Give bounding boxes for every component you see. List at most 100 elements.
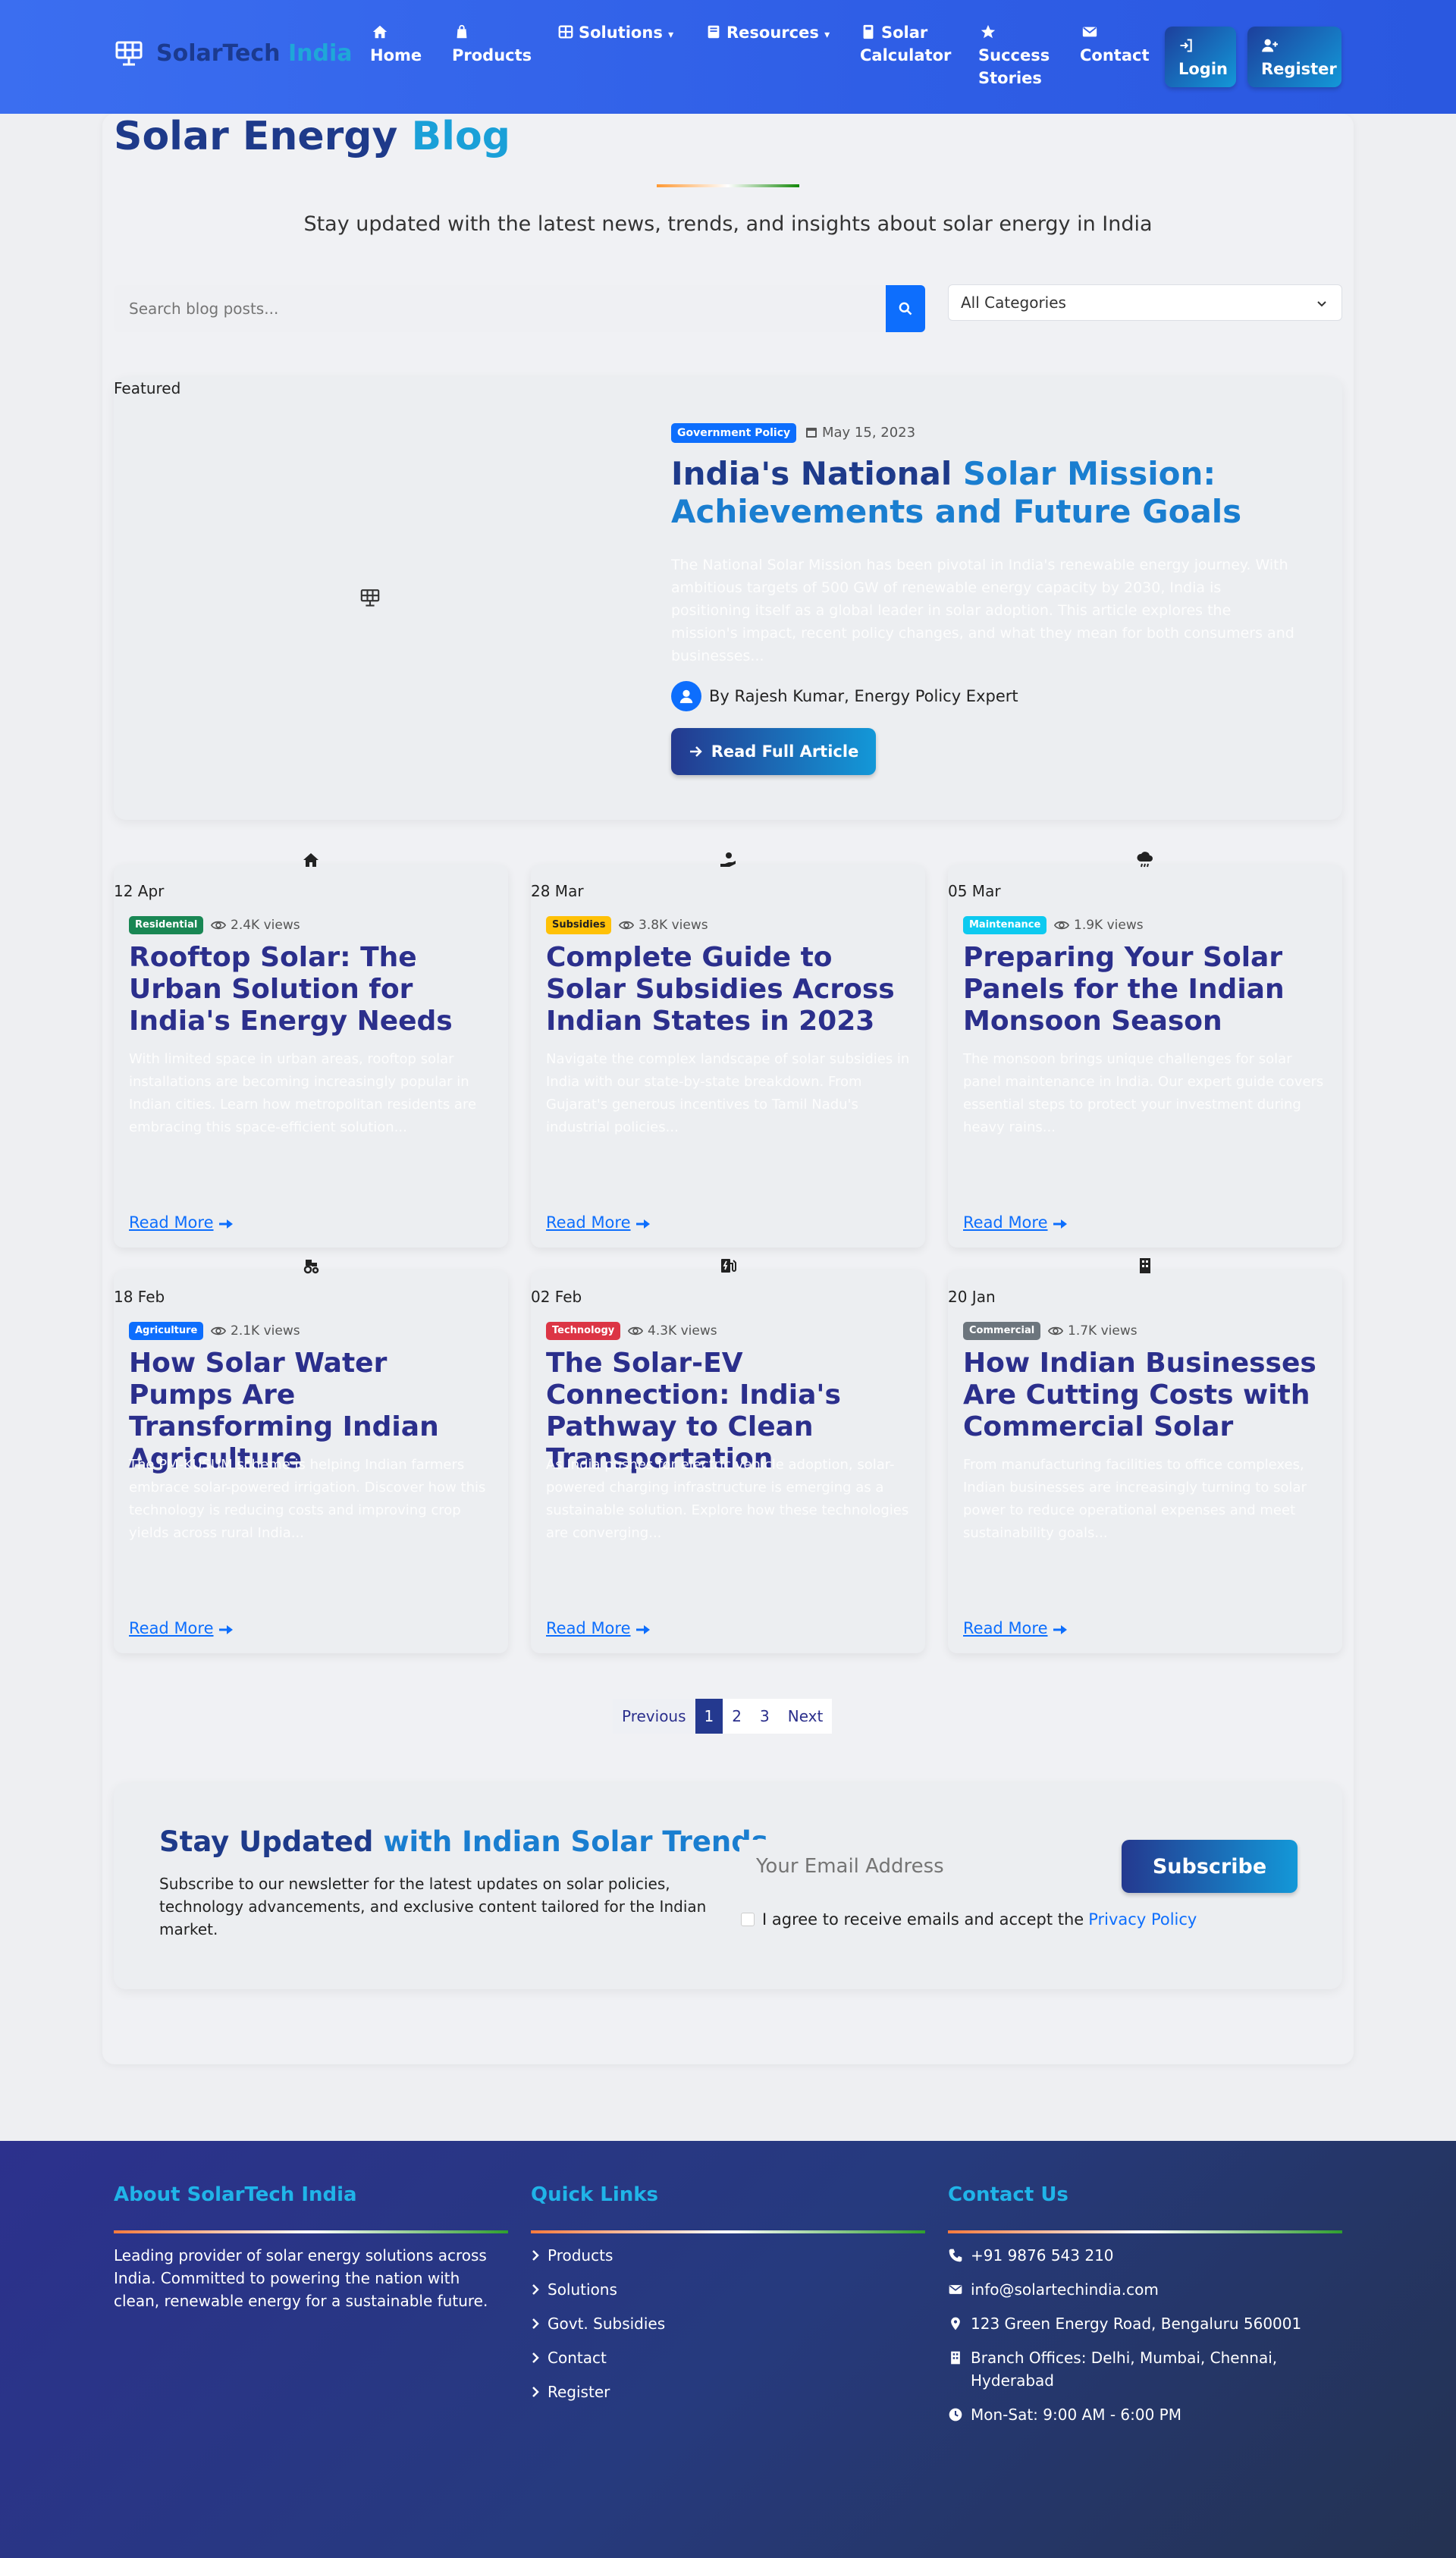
read-more-link[interactable]: Read More bbox=[546, 1213, 651, 1232]
post-date: 18 Feb bbox=[114, 1288, 165, 1306]
avatar bbox=[671, 681, 701, 711]
category-select[interactable]: All Categories bbox=[948, 284, 1342, 321]
post-title[interactable]: How Indian Businesses Are Cutting Costs … bbox=[963, 1348, 1327, 1443]
footer-about: About SolarTech India Leading provider o… bbox=[114, 2183, 508, 2312]
blog-post-card: 20 Jan Commercial 1.7K views How Indian … bbox=[948, 1258, 1342, 1653]
title-divider bbox=[657, 184, 799, 187]
footer-quick-links: Quick Links Products Solutions Govt. Subsi… bbox=[531, 2183, 925, 2415]
home-icon bbox=[302, 851, 320, 869]
contact-email[interactable]: info@solartechindia.com bbox=[948, 2278, 1342, 2301]
calendar-icon bbox=[806, 428, 817, 438]
post-category-badge: Residential bbox=[129, 916, 204, 934]
footer-contact-heading: Contact Us bbox=[948, 2183, 1068, 2206]
eye-icon bbox=[618, 921, 635, 930]
footer-link[interactable]: Contact bbox=[531, 2346, 925, 2369]
contact-phone[interactable]: +91 9876 543 210 bbox=[948, 2244, 1342, 2267]
footer-about-text: Leading provider of solar energy solutio… bbox=[114, 2246, 488, 2310]
subscribe-button[interactable]: Subscribe bbox=[1122, 1840, 1298, 1893]
envelope-icon bbox=[1082, 27, 1097, 37]
footer-link[interactable]: Solutions bbox=[531, 2278, 925, 2301]
featured-excerpt: The National Solar Mission has been pivo… bbox=[671, 557, 1294, 664]
blog-post-card: 28 Mar Subsidies 3.8K views Complete Gui… bbox=[531, 852, 925, 1248]
login-button[interactable]: Login bbox=[1165, 27, 1236, 87]
phone-icon bbox=[949, 2249, 962, 2262]
post-category-badge: Subsidies bbox=[546, 916, 612, 934]
tractor-icon bbox=[302, 1257, 320, 1275]
consent-checkbox[interactable] bbox=[741, 1913, 755, 1926]
read-more-link[interactable]: Read More bbox=[963, 1619, 1068, 1637]
nav-success-stories-label: Stories bbox=[978, 69, 1042, 87]
footer-about-heading: About SolarTech India bbox=[114, 2183, 357, 2206]
read-more-link[interactable]: Read More bbox=[963, 1213, 1068, 1232]
brand-logo[interactable]: SolarTech India bbox=[114, 38, 353, 68]
page-subtitle: Stay updated with the latest news, trend… bbox=[303, 212, 1153, 236]
nav-resources-label: Resources bbox=[726, 24, 819, 42]
arrow-right-icon bbox=[635, 1219, 650, 1229]
pagination-page-2[interactable]: 2 bbox=[723, 1699, 751, 1734]
pagination-previous[interactable]: Previous bbox=[613, 1699, 695, 1734]
bag-icon bbox=[457, 24, 467, 39]
eye-icon bbox=[210, 921, 227, 930]
solar-panel-icon bbox=[360, 589, 380, 607]
nav-solar-calculator[interactable]: Solar Calculator bbox=[860, 21, 951, 67]
post-title[interactable]: Complete Guide to Solar Subsidies Across… bbox=[546, 942, 910, 1037]
post-excerpt: The PM-KUSUM scheme is helping Indian fa… bbox=[129, 1457, 486, 1541]
register-button[interactable]: Register bbox=[1247, 27, 1341, 87]
arrow-right-icon bbox=[635, 1625, 650, 1634]
footer-links-heading: Quick Links bbox=[531, 2183, 659, 2206]
search-input[interactable] bbox=[114, 285, 886, 332]
post-date: 02 Feb bbox=[531, 1288, 582, 1306]
read-full-article-button[interactable]: Read Full Article bbox=[671, 728, 876, 775]
building-icon bbox=[1136, 1257, 1154, 1275]
contact-address: 123 Green Energy Road, Bengaluru 560001 bbox=[948, 2312, 1342, 2335]
navbar: SolarTech India Home Products Solutions … bbox=[0, 0, 1456, 114]
footer-link[interactable]: Govt. Subsidies bbox=[531, 2312, 925, 2335]
sign-in-icon bbox=[1180, 39, 1192, 52]
nav-success-stories[interactable]: Success Stories bbox=[978, 21, 1050, 89]
post-views: 1.9K views bbox=[1053, 916, 1144, 934]
solar-panel-icon bbox=[115, 41, 143, 66]
pagination-next[interactable]: Next bbox=[778, 1699, 833, 1734]
star-icon bbox=[981, 24, 996, 39]
read-more-link[interactable]: Read More bbox=[546, 1619, 651, 1637]
nav-contact[interactable]: Contact bbox=[1080, 21, 1150, 67]
post-category-badge: Agriculture bbox=[129, 1322, 204, 1340]
register-label: Register bbox=[1261, 60, 1337, 78]
nav-products[interactable]: Products bbox=[452, 21, 532, 67]
nav-home[interactable]: Home bbox=[370, 21, 422, 67]
post-title[interactable]: Rooftop Solar: The Urban Solution for In… bbox=[129, 942, 493, 1037]
nav-contact-label: Contact bbox=[1080, 46, 1150, 64]
nav-solutions[interactable]: Solutions ▾ bbox=[557, 21, 673, 46]
footer-link[interactable]: Register bbox=[531, 2381, 925, 2403]
contact-branches: Branch Offices: Delhi, Mumbai, Chennai, … bbox=[948, 2346, 1342, 2392]
footer-divider bbox=[114, 2230, 508, 2233]
post-category-badge: Technology bbox=[546, 1322, 621, 1340]
pagination-page-1[interactable]: 1 bbox=[695, 1699, 723, 1734]
arrow-right-icon bbox=[1053, 1219, 1067, 1229]
read-more-link[interactable]: Read More bbox=[129, 1213, 234, 1232]
nav-home-label: Home bbox=[370, 46, 422, 64]
user-icon bbox=[679, 689, 693, 704]
read-more-link[interactable]: Read More bbox=[129, 1619, 234, 1637]
footer-link[interactable]: Products bbox=[531, 2244, 925, 2267]
nav-resources[interactable]: Resources ▾ bbox=[705, 21, 830, 46]
post-category-badge: Maintenance bbox=[963, 916, 1047, 934]
eye-icon bbox=[1047, 1326, 1064, 1335]
post-title[interactable]: Preparing Your Solar Panels for the Indi… bbox=[963, 942, 1327, 1037]
chevron-down-icon bbox=[1317, 301, 1326, 307]
post-category-badge: Commercial bbox=[963, 1322, 1041, 1340]
footer-divider bbox=[531, 2230, 925, 2233]
featured-title[interactable]: India's National Solar Mission: Achievem… bbox=[671, 455, 1293, 531]
page-title: Solar Energy Blog bbox=[114, 114, 510, 159]
privacy-policy-link[interactable]: Privacy Policy bbox=[1088, 1910, 1197, 1929]
chevron-right-icon bbox=[532, 2250, 539, 2261]
book-icon bbox=[708, 25, 720, 39]
pagination-page-3[interactable]: 3 bbox=[751, 1699, 779, 1734]
arrow-right-icon bbox=[218, 1625, 233, 1634]
search-button[interactable] bbox=[886, 285, 925, 332]
chevron-right-icon bbox=[532, 2387, 539, 2397]
eye-icon bbox=[1053, 921, 1070, 930]
arrow-right-icon bbox=[1053, 1625, 1067, 1634]
post-date: 12 Apr bbox=[114, 882, 165, 900]
newsletter-email-input[interactable] bbox=[739, 1840, 1134, 1893]
